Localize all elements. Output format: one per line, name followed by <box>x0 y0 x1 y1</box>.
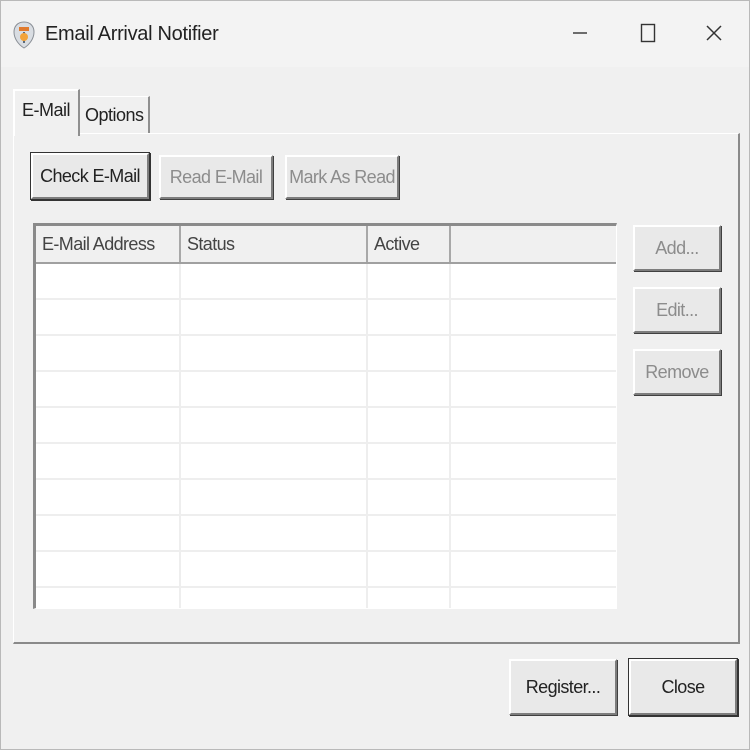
list-grid-cell <box>36 336 181 370</box>
list-grid-row <box>36 264 616 300</box>
mark-as-read-button[interactable]: Mark As Read <box>285 155 399 199</box>
close-window-button[interactable] <box>691 15 737 55</box>
list-grid-cell <box>368 372 451 406</box>
check-email-button[interactable]: Check E-Mail <box>31 153 149 199</box>
list-grid-row <box>36 588 616 608</box>
list-grid-cell <box>368 264 451 298</box>
column-header-empty[interactable] <box>451 226 616 262</box>
remove-button[interactable]: Remove <box>633 349 721 395</box>
list-grid-cell <box>181 480 368 514</box>
list-grid-cell <box>181 588 368 608</box>
window-title: Email Arrival Notifier <box>45 23 219 45</box>
column-header-active[interactable]: Active <box>368 226 451 262</box>
list-grid-cell <box>36 372 181 406</box>
list-grid-cell <box>368 336 451 370</box>
tab-email-label: E-Mail <box>22 100 71 120</box>
list-grid-row <box>36 552 616 588</box>
close-button[interactable]: Close <box>629 659 737 715</box>
list-grid-cell <box>36 408 181 442</box>
list-grid-cell <box>36 480 181 514</box>
list-grid-cell <box>181 516 368 550</box>
edit-button[interactable]: Edit... <box>633 287 721 333</box>
app-window: Email Arrival Notifier E-Mail Options Ch… <box>0 0 750 750</box>
tab-email[interactable]: E-Mail <box>13 89 80 136</box>
list-grid-cell <box>368 588 451 608</box>
register-button[interactable]: Register... <box>509 659 617 715</box>
list-grid-cell <box>368 516 451 550</box>
column-header-email-address[interactable]: E-Mail Address <box>36 226 181 262</box>
maximize-button[interactable] <box>625 15 671 55</box>
column-header-status[interactable]: Status <box>181 226 368 262</box>
app-logo-icon <box>13 21 35 49</box>
list-grid-cell <box>368 480 451 514</box>
list-grid-cell <box>181 552 368 586</box>
list-grid-cell <box>368 408 451 442</box>
list-grid-cell <box>368 552 451 586</box>
list-grid-cell <box>181 372 368 406</box>
list-grid-cell <box>181 264 368 298</box>
list-grid-row <box>36 516 616 552</box>
list-grid-row <box>36 444 616 480</box>
list-grid-cell <box>36 264 181 298</box>
list-grid-cell <box>181 300 368 334</box>
list-grid-cell <box>368 444 451 478</box>
list-grid-row <box>36 336 616 372</box>
list-grid-cell <box>36 300 181 334</box>
list-grid-cell <box>368 300 451 334</box>
list-grid-row <box>36 408 616 444</box>
title-bar[interactable]: Email Arrival Notifier <box>1 1 749 67</box>
minimize-icon <box>572 25 588 46</box>
list-grid-cell <box>181 336 368 370</box>
list-grid-row <box>36 372 616 408</box>
list-grid-cell <box>181 408 368 442</box>
close-icon <box>705 24 723 47</box>
add-button[interactable]: Add... <box>633 225 721 271</box>
tab-options[interactable]: Options <box>79 96 150 133</box>
minimize-button[interactable] <box>557 15 603 55</box>
list-grid-cell <box>36 588 181 608</box>
read-email-button[interactable]: Read E-Mail <box>159 155 273 199</box>
list-grid-cell <box>181 444 368 478</box>
list-grid-cell <box>36 552 181 586</box>
tab-options-label: Options <box>85 105 144 125</box>
maximize-icon <box>640 23 656 48</box>
list-header: E-Mail Address Status Active <box>36 226 616 264</box>
email-accounts-list[interactable]: E-Mail Address Status Active <box>33 223 617 609</box>
list-grid-row <box>36 480 616 516</box>
list-grid-cell <box>36 444 181 478</box>
list-grid-cell <box>36 516 181 550</box>
list-grid-row <box>36 300 616 336</box>
